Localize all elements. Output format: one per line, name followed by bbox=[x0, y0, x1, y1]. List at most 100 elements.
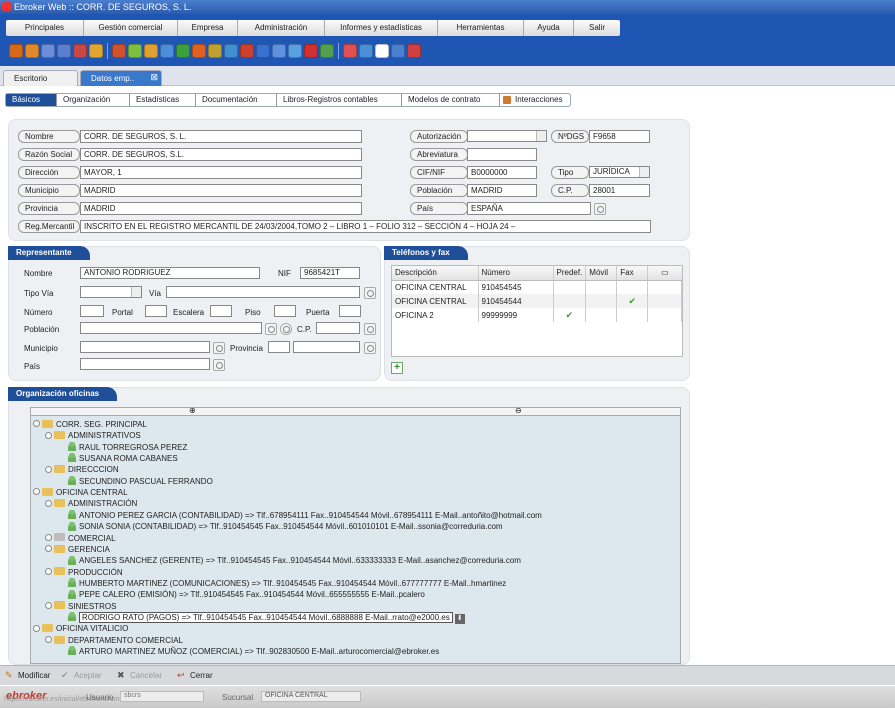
expand-toggle-icon[interactable] bbox=[33, 420, 40, 428]
toolbar-button-icon[interactable] bbox=[192, 44, 206, 58]
menu-principales[interactable]: Principales bbox=[6, 20, 84, 36]
municipio-field[interactable]: MADRID bbox=[80, 184, 362, 197]
pais-rep-lookup-icon[interactable] bbox=[213, 359, 225, 371]
nombre-field[interactable]: CORR. DE SEGUROS, S. L. bbox=[80, 130, 362, 143]
cerrar-button[interactable]: ↩ Cerrar bbox=[174, 669, 213, 683]
rep-puerta-field[interactable] bbox=[339, 305, 361, 317]
expand-toggle-icon[interactable] bbox=[45, 431, 52, 439]
rep-provincia-field[interactable] bbox=[293, 341, 360, 353]
subtab-basicos[interactable]: Básicos bbox=[6, 94, 57, 106]
expand-toggle-icon[interactable] bbox=[45, 465, 52, 473]
menu-ayuda[interactable]: Ayuda bbox=[524, 20, 574, 36]
toolbar-button-icon[interactable] bbox=[256, 44, 270, 58]
toolbar-button-icon[interactable] bbox=[73, 44, 87, 58]
col-fax[interactable]: Fax bbox=[616, 266, 649, 281]
toolbar-button-icon[interactable] bbox=[407, 44, 421, 58]
tree-person-item[interactable]: SUSANA ROMA CABANES bbox=[57, 453, 178, 464]
table-row[interactable]: OFICINA CENTRAL 910454545 bbox=[392, 280, 682, 294]
toolbar-button-icon[interactable] bbox=[320, 44, 334, 58]
rep-poblacion-field[interactable] bbox=[80, 322, 262, 334]
tree-person-item[interactable]: HUMBERTO MARTINEZ (COMUNICACIONES) => Tl… bbox=[57, 578, 506, 589]
tree-person-item[interactable]: SONIA SONIA (CONTABILIDAD) => Tlf..91045… bbox=[57, 521, 503, 532]
tipo-select[interactable]: JURÍDICA bbox=[589, 166, 650, 178]
col-numero[interactable]: Número bbox=[478, 266, 554, 281]
toolbar-button-icon[interactable] bbox=[304, 44, 318, 58]
tree-folder-item[interactable]: ADMINISTRATIVOS bbox=[45, 430, 141, 441]
toolbar-button-icon[interactable] bbox=[288, 44, 302, 58]
toolbar-button-icon[interactable] bbox=[57, 44, 71, 58]
expand-toggle-icon[interactable] bbox=[45, 601, 52, 609]
expand-toggle-icon[interactable] bbox=[45, 636, 52, 644]
menu-informes[interactable]: Informes y estadísticas bbox=[325, 20, 438, 36]
subtab-modelos[interactable]: Modelos de contrato bbox=[402, 94, 500, 106]
refresh-icon[interactable] bbox=[280, 323, 292, 335]
toolbar-button-icon[interactable] bbox=[343, 44, 357, 58]
tab-escritorio[interactable]: Escritorio bbox=[3, 70, 78, 86]
table-row[interactable]: OFICINA CENTRAL 910454544 ✔ bbox=[392, 294, 682, 308]
toolbar-button-icon[interactable] bbox=[391, 44, 405, 58]
toolbar-button-icon[interactable] bbox=[128, 44, 142, 58]
cp-lookup-icon[interactable] bbox=[364, 323, 376, 335]
toolbar-button-icon[interactable] bbox=[89, 44, 103, 58]
poblacion-lookup-icon[interactable] bbox=[265, 323, 277, 335]
pais-field[interactable]: ESPAÑA bbox=[467, 202, 591, 215]
subtab-interacciones[interactable]: Interacciones bbox=[500, 94, 570, 106]
direccion-field[interactable]: MAYOR, 1 bbox=[80, 166, 362, 179]
ndgs-field[interactable]: F9658 bbox=[589, 130, 650, 143]
cancelar-button[interactable]: ✖ Cancelar bbox=[114, 669, 162, 683]
cp-field[interactable]: 28001 bbox=[589, 184, 650, 197]
tree-person-item[interactable]: RAUL TORREGROSA PEREZ bbox=[57, 442, 187, 453]
municipio-lookup-icon[interactable] bbox=[213, 342, 225, 354]
tree-person-item[interactable]: RODRIGO RATO (PAGOS) => Tlf..910454545 F… bbox=[57, 611, 465, 624]
expand-toggle-icon[interactable] bbox=[33, 488, 40, 496]
razon-social-field[interactable]: CORR. DE SEGUROS, S.L. bbox=[80, 148, 362, 161]
expand-toggle-icon[interactable] bbox=[45, 533, 52, 541]
tree-folder-item[interactable]: COMERCIAL bbox=[45, 533, 116, 544]
col-predef[interactable]: Predef. bbox=[553, 266, 587, 281]
toolbar-button-icon[interactable] bbox=[375, 44, 389, 58]
expand-toggle-icon[interactable] bbox=[45, 499, 52, 507]
rep-municipio-field[interactable] bbox=[80, 341, 210, 353]
tree-folder-item[interactable]: OFICINA CENTRAL bbox=[33, 487, 128, 498]
autorizacion-select[interactable] bbox=[467, 130, 547, 142]
rep-portal-field[interactable] bbox=[145, 305, 167, 317]
tree-folder-item[interactable]: DEPARTAMENTO COMERCIAL bbox=[45, 635, 183, 646]
download-icon[interactable]: ⬇ bbox=[454, 613, 465, 624]
tab-datos-empresa[interactable]: Datos emp.. ⊠ bbox=[80, 70, 162, 86]
aceptar-button[interactable]: ✔ Aceptar bbox=[58, 669, 102, 683]
toolbar-button-icon[interactable] bbox=[144, 44, 158, 58]
toolbar-button-icon[interactable] bbox=[359, 44, 373, 58]
reg-mercantil-field[interactable]: INSCRITO EN EL REGISTRO MERCANTIL DE 24/… bbox=[80, 220, 651, 233]
toolbar-button-icon[interactable] bbox=[112, 44, 126, 58]
modificar-button[interactable]: ✎ Modificar bbox=[2, 669, 50, 683]
cif-field[interactable]: B0000000 bbox=[467, 166, 537, 179]
subtab-estadisticas[interactable]: Estadísticas bbox=[130, 94, 196, 106]
tree-folder-item[interactable]: OFICINA VITALICIO bbox=[33, 623, 128, 634]
poblacion-field[interactable]: MADRID bbox=[467, 184, 537, 197]
toolbar-button-icon[interactable] bbox=[240, 44, 254, 58]
tree-folder-item[interactable]: DIRECCCION bbox=[45, 464, 119, 475]
expand-toggle-icon[interactable] bbox=[45, 567, 52, 575]
toolbar-button-icon[interactable] bbox=[224, 44, 238, 58]
tree-person-item[interactable]: ANGELES SANCHEZ (GERENTE) => Tlf..910454… bbox=[57, 555, 521, 566]
menu-empresa[interactable]: Empresa bbox=[178, 20, 238, 36]
tree-folder-item[interactable]: CORR. SEG. PRINCIPAL bbox=[33, 419, 147, 430]
provincia-lookup-icon[interactable] bbox=[364, 342, 376, 354]
subtab-documentacion[interactable]: Documentación bbox=[196, 94, 277, 106]
toolbar-button-icon[interactable] bbox=[208, 44, 222, 58]
pais-lookup-icon[interactable] bbox=[594, 203, 606, 215]
abreviatura-field[interactable] bbox=[467, 148, 537, 161]
col-descripcion[interactable]: Descripción bbox=[392, 266, 479, 281]
table-row[interactable]: OFICINA 2 99999999 ✔ bbox=[392, 308, 682, 322]
tree-folder-item[interactable]: PRODUCCIÓN bbox=[45, 567, 123, 578]
menu-herramientas[interactable]: Herramientas bbox=[438, 20, 524, 36]
columns-menu-icon[interactable]: ▭ bbox=[647, 266, 682, 281]
rep-nombre-field[interactable]: ANTONIO RODRIGUEZ bbox=[80, 267, 260, 279]
expand-toggle-icon[interactable] bbox=[33, 624, 40, 632]
rep-piso-field[interactable] bbox=[274, 305, 296, 317]
tree-folder-item[interactable]: SINIESTROS bbox=[45, 601, 116, 612]
menu-gestion-comercial[interactable]: Gestión comercial bbox=[84, 20, 178, 36]
menu-salir[interactable]: Salir bbox=[574, 20, 620, 36]
tree-person-item[interactable]: ANTONIO PEREZ GARCIA (CONTABILIDAD) => T… bbox=[57, 510, 542, 521]
rep-tipovia-select[interactable] bbox=[80, 286, 142, 298]
